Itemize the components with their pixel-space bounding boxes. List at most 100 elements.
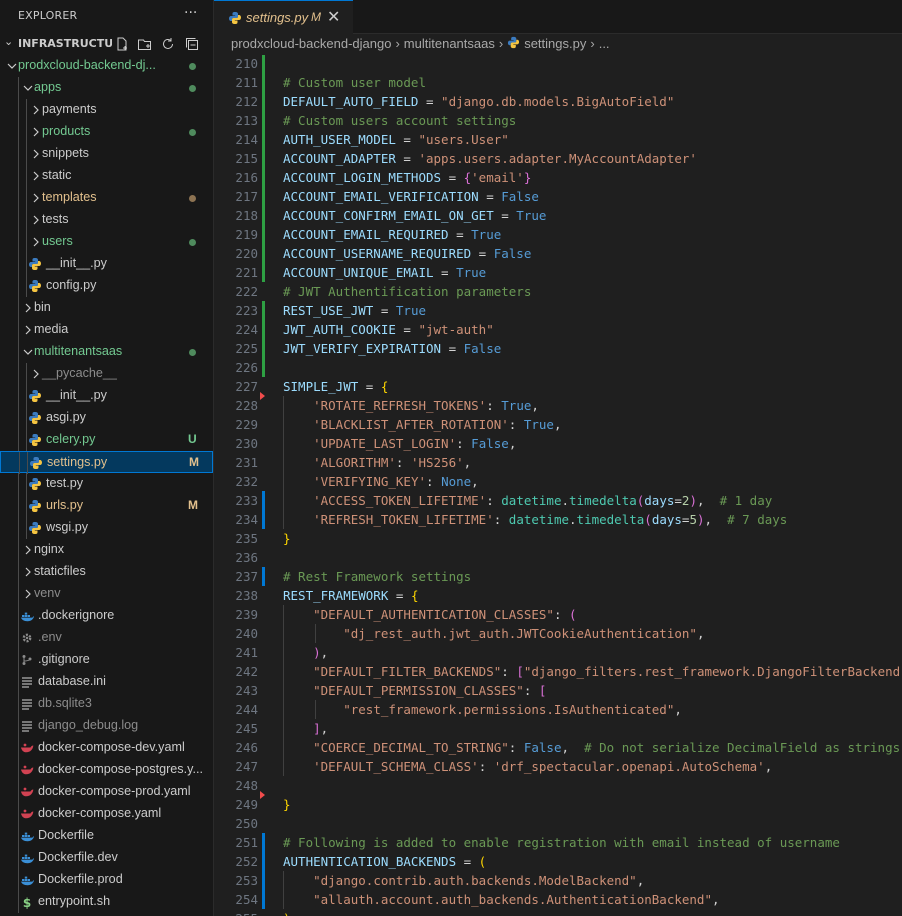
gutter-deleted-marker[interactable] xyxy=(260,791,265,799)
gutter-added-marker[interactable] xyxy=(262,320,265,339)
file-item-dockerfile[interactable]: Dockerfile xyxy=(0,825,213,847)
code-line[interactable]: REST_USE_JWT = True xyxy=(283,301,426,320)
folder-item-prodxcloud-backend-dj[interactable]: prodxcloud-backend-dj... xyxy=(0,55,213,77)
gutter-added-marker[interactable] xyxy=(262,339,265,358)
gutter-modified-marker[interactable] xyxy=(262,510,265,529)
code-line[interactable]: 'ALGORITHM': 'HS256', xyxy=(283,453,471,472)
code-line[interactable]: ) xyxy=(283,909,291,916)
file-item-env[interactable]: .env xyxy=(0,627,213,649)
code-line[interactable]: # Custom user model xyxy=(283,73,426,92)
code-line[interactable]: DEFAULT_AUTO_FIELD = "django.db.models.B… xyxy=(283,92,674,111)
code-line[interactable]: ], xyxy=(283,719,328,738)
folder-item-products[interactable]: products xyxy=(0,121,213,143)
code-line[interactable]: ACCOUNT_EMAIL_VERIFICATION = False xyxy=(283,187,539,206)
file-item-dockerignore[interactable]: .dockerignore xyxy=(0,605,213,627)
code-line[interactable]: 'ACCESS_TOKEN_LIFETIME': datetime.timede… xyxy=(283,491,772,510)
gutter-modified-marker[interactable] xyxy=(262,567,265,586)
code-line[interactable]: REST_FRAMEWORK = { xyxy=(283,586,418,605)
file-item-dockerfile-prod[interactable]: Dockerfile.prod xyxy=(0,869,213,891)
chevron-right-icon[interactable] xyxy=(22,300,34,316)
chevron-right-icon[interactable] xyxy=(30,190,42,206)
tab-settings-py[interactable]: settings.py M ✕ xyxy=(214,0,353,34)
code-line[interactable]: ACCOUNT_EMAIL_REQUIRED = True xyxy=(283,225,501,244)
gutter-added-marker[interactable] xyxy=(262,358,265,377)
chevron-right-icon[interactable] xyxy=(22,542,34,558)
code-line[interactable]: ), xyxy=(283,643,328,662)
folder-item-apps[interactable]: apps xyxy=(0,77,213,99)
chevron-right-icon[interactable] xyxy=(22,586,34,602)
gutter-deleted-marker[interactable] xyxy=(260,392,265,400)
code-line[interactable]: "rest_framework.permissions.IsAuthentica… xyxy=(283,700,682,719)
code-line[interactable]: 'REFRESH_TOKEN_LIFETIME': datetime.timed… xyxy=(283,510,787,529)
folder-item-static[interactable]: static xyxy=(0,165,213,187)
file-item-entrypoint-sh[interactable]: $ entrypoint.sh xyxy=(0,891,213,913)
chevron-right-icon[interactable] xyxy=(30,234,42,250)
gutter-added-marker[interactable] xyxy=(262,168,265,187)
folder-item-tests[interactable]: tests xyxy=(0,209,213,231)
code-line[interactable]: JWT_AUTH_COOKIE = "jwt-auth" xyxy=(283,320,494,339)
chevron-right-icon[interactable] xyxy=(30,366,42,382)
folder-item-staticfiles[interactable]: staticfiles xyxy=(0,561,213,583)
file-item-settings-py[interactable]: settings.py M xyxy=(0,451,213,474)
chevron-down-icon[interactable] xyxy=(22,80,34,96)
code-line[interactable]: } xyxy=(283,529,291,548)
code-line[interactable]: 'DEFAULT_SCHEMA_CLASS': 'drf_spectacular… xyxy=(283,757,772,776)
chevron-right-icon[interactable] xyxy=(22,322,34,338)
folder-item-multitenantsaas[interactable]: multitenantsaas xyxy=(0,341,213,363)
more-actions-icon[interactable]: ··· xyxy=(184,5,197,21)
code-line[interactable]: # JWT Authentification parameters xyxy=(283,282,531,301)
workspace-section-header[interactable]: ⌄ INFRASTRUCTU... xyxy=(0,33,213,55)
folder-item-snippets[interactable]: snippets xyxy=(0,143,213,165)
code-line[interactable]: "DEFAULT_FILTER_BACKENDS": ["django_filt… xyxy=(283,662,902,681)
close-icon[interactable]: ✕ xyxy=(327,7,340,26)
code-line[interactable]: JWT_VERIFY_EXPIRATION = False xyxy=(283,339,501,358)
code-line[interactable]: 'UPDATE_LAST_LOGIN': False, xyxy=(283,434,516,453)
code-line[interactable]: "dj_rest_auth.jwt_auth.JWTCookieAuthenti… xyxy=(283,624,704,643)
code-line[interactable]: ACCOUNT_LOGIN_METHODS = {'email'} xyxy=(283,168,531,187)
breadcrumb-item-symbol[interactable]: ... xyxy=(599,36,610,51)
gutter-added-marker[interactable] xyxy=(262,73,265,92)
code-line[interactable]: "DEFAULT_AUTHENTICATION_CLASSES": ( xyxy=(283,605,576,624)
code-line[interactable]: ACCOUNT_CONFIRM_EMAIL_ON_GET = True xyxy=(283,206,546,225)
chevron-right-icon[interactable] xyxy=(30,146,42,162)
gutter-added-marker[interactable] xyxy=(262,244,265,263)
folder-item-media[interactable]: media xyxy=(0,319,213,341)
chevron-right-icon[interactable] xyxy=(30,124,42,140)
file-item-test-py[interactable]: test.py xyxy=(0,473,213,495)
file-item-init-py[interactable]: __init__.py xyxy=(0,385,213,407)
code-line[interactable]: "DEFAULT_PERMISSION_CLASSES": [ xyxy=(283,681,546,700)
code-line[interactable]: # Custom users account settings xyxy=(283,111,516,130)
chevron-down-icon[interactable] xyxy=(22,344,34,360)
file-item-gitignore[interactable]: .gitignore xyxy=(0,649,213,671)
code-line[interactable]: ACCOUNT_UNIQUE_EMAIL = True xyxy=(283,263,486,282)
file-item-docker-compose-yaml[interactable]: docker-compose.yaml xyxy=(0,803,213,825)
code-line[interactable]: # Following is added to enable registrat… xyxy=(283,833,840,852)
breadcrumb-item-folder[interactable]: multitenantsaas xyxy=(404,36,495,51)
gutter-modified-marker[interactable] xyxy=(262,852,265,871)
new-folder-icon[interactable] xyxy=(137,36,153,52)
chevron-down-icon[interactable] xyxy=(6,58,18,74)
code-line[interactable]: ACCOUNT_ADAPTER = 'apps.users.adapter.My… xyxy=(283,149,697,168)
refresh-icon[interactable] xyxy=(160,36,176,52)
chevron-right-icon[interactable] xyxy=(30,212,42,228)
file-item-urls-py[interactable]: urls.py M xyxy=(0,495,213,517)
gutter-added-marker[interactable] xyxy=(262,149,265,168)
code-line[interactable]: 'BLACKLIST_AFTER_ROTATION': True, xyxy=(283,415,561,434)
code-line[interactable]: SIMPLE_JWT = { xyxy=(283,377,388,396)
folder-item-templates[interactable]: templates xyxy=(0,187,213,209)
gutter-modified-marker[interactable] xyxy=(262,833,265,852)
file-item-database-ini[interactable]: database.ini xyxy=(0,671,213,693)
folder-item-payments[interactable]: payments xyxy=(0,99,213,121)
folder-item-venv[interactable]: venv xyxy=(0,583,213,605)
gutter-added-marker[interactable] xyxy=(262,55,265,73)
gutter-added-marker[interactable] xyxy=(262,92,265,111)
file-item-dockerfile-dev[interactable]: Dockerfile.dev xyxy=(0,847,213,869)
folder-item-pycache[interactable]: __pycache__ xyxy=(0,363,213,385)
collapse-all-icon[interactable] xyxy=(184,36,200,52)
chevron-right-icon[interactable] xyxy=(30,168,42,184)
file-item-init-py[interactable]: __init__.py xyxy=(0,253,213,275)
new-file-icon[interactable] xyxy=(114,36,130,52)
file-item-asgi-py[interactable]: asgi.py xyxy=(0,407,213,429)
gutter-added-marker[interactable] xyxy=(262,301,265,320)
folder-item-bin[interactable]: bin xyxy=(0,297,213,319)
